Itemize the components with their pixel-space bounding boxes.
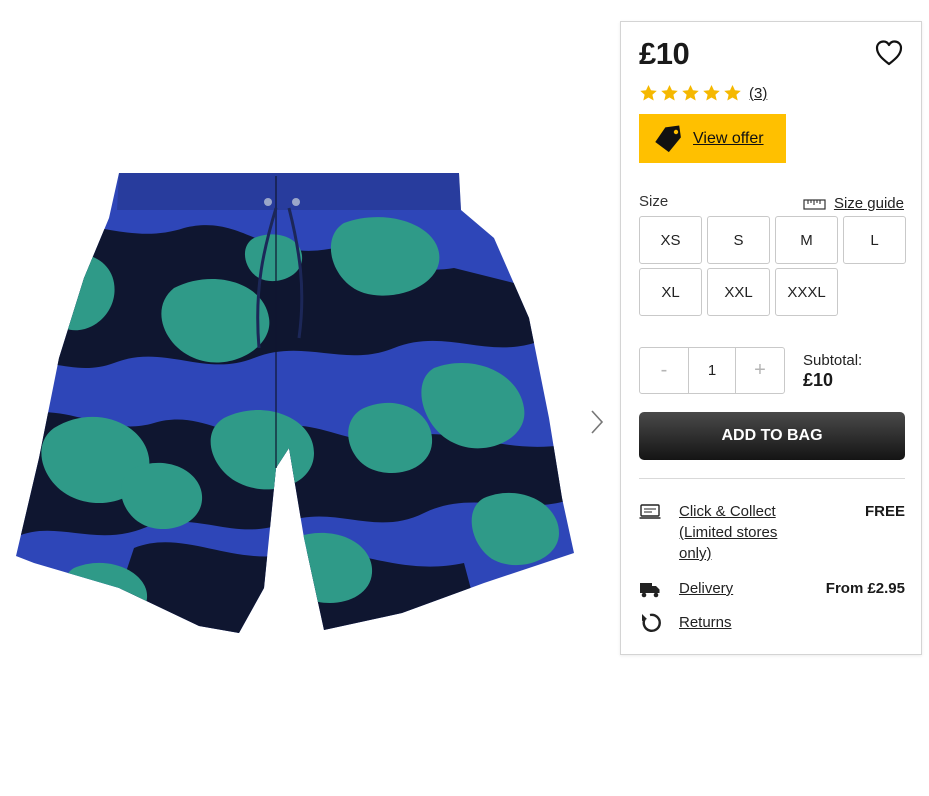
ruler-icon	[803, 198, 826, 210]
product-image	[16, 173, 574, 633]
size-options: XS S M L XL XXL XXXL	[639, 216, 906, 316]
quantity-increase-button[interactable]: +	[736, 348, 784, 393]
subtotal-value: £10	[803, 370, 834, 390]
tag-icon	[655, 124, 681, 152]
size-option-s[interactable]: S	[707, 216, 770, 264]
returns-icon	[642, 613, 661, 632]
rating: (3)	[639, 84, 767, 102]
delivery-link[interactable]: Delivery	[679, 578, 733, 600]
click-collect-link[interactable]: Click & Collect (Limited stores only)	[679, 501, 797, 564]
truck-icon	[640, 583, 660, 598]
click-collect-price: FREE	[864, 503, 905, 520]
size-option-xxxl[interactable]: XXXL	[775, 268, 838, 316]
returns-link[interactable]: Returns	[679, 612, 732, 634]
returns-row: Returns	[639, 612, 905, 634]
click-collect-row: Click & Collect (Limited stores only) FR…	[639, 501, 905, 564]
size-option-xxl[interactable]: XXL	[707, 268, 770, 316]
star-icon	[703, 84, 720, 101]
star-rating	[639, 84, 742, 102]
wishlist-button[interactable]	[874, 39, 904, 67]
star-icon	[661, 84, 678, 101]
size-heading: Size	[639, 193, 669, 210]
subtotal: Subtotal: £10	[803, 352, 862, 391]
size-option-xs[interactable]: XS	[639, 216, 702, 264]
size-option-xl[interactable]: XL	[639, 268, 702, 316]
product-gallery	[0, 0, 610, 796]
size-option-l[interactable]: L	[843, 216, 906, 264]
divider	[639, 478, 905, 479]
view-offer-button[interactable]: View offer	[639, 114, 786, 163]
quantity-input[interactable]: 1	[688, 348, 736, 393]
star-icon	[682, 84, 699, 101]
view-offer-label: View offer	[693, 129, 764, 147]
review-count-link[interactable]: (3)	[749, 85, 767, 102]
quantity-decrease-button[interactable]: -	[640, 348, 688, 393]
delivery-row: Delivery From £2.95	[639, 578, 905, 600]
size-guide-link[interactable]: Size guide	[803, 195, 904, 212]
star-icon	[640, 84, 657, 101]
size-guide-label: Size guide	[833, 195, 904, 212]
chevron-right-icon	[591, 410, 604, 434]
product-price: £10	[639, 36, 690, 71]
heart-outline-icon	[875, 40, 903, 66]
star-icon	[724, 84, 741, 101]
subtotal-label: Subtotal:	[803, 352, 863, 369]
quantity-stepper: - 1 +	[639, 347, 785, 394]
next-image-button[interactable]	[584, 404, 610, 440]
product-purchase-panel: £10 (3) View offer Size Size guide XS S …	[620, 21, 922, 655]
delivery-price: From £2.95	[825, 580, 905, 597]
size-option-m[interactable]: M	[775, 216, 838, 264]
click-collect-icon	[639, 504, 661, 519]
add-to-bag-button[interactable]: ADD TO BAG	[639, 412, 905, 460]
